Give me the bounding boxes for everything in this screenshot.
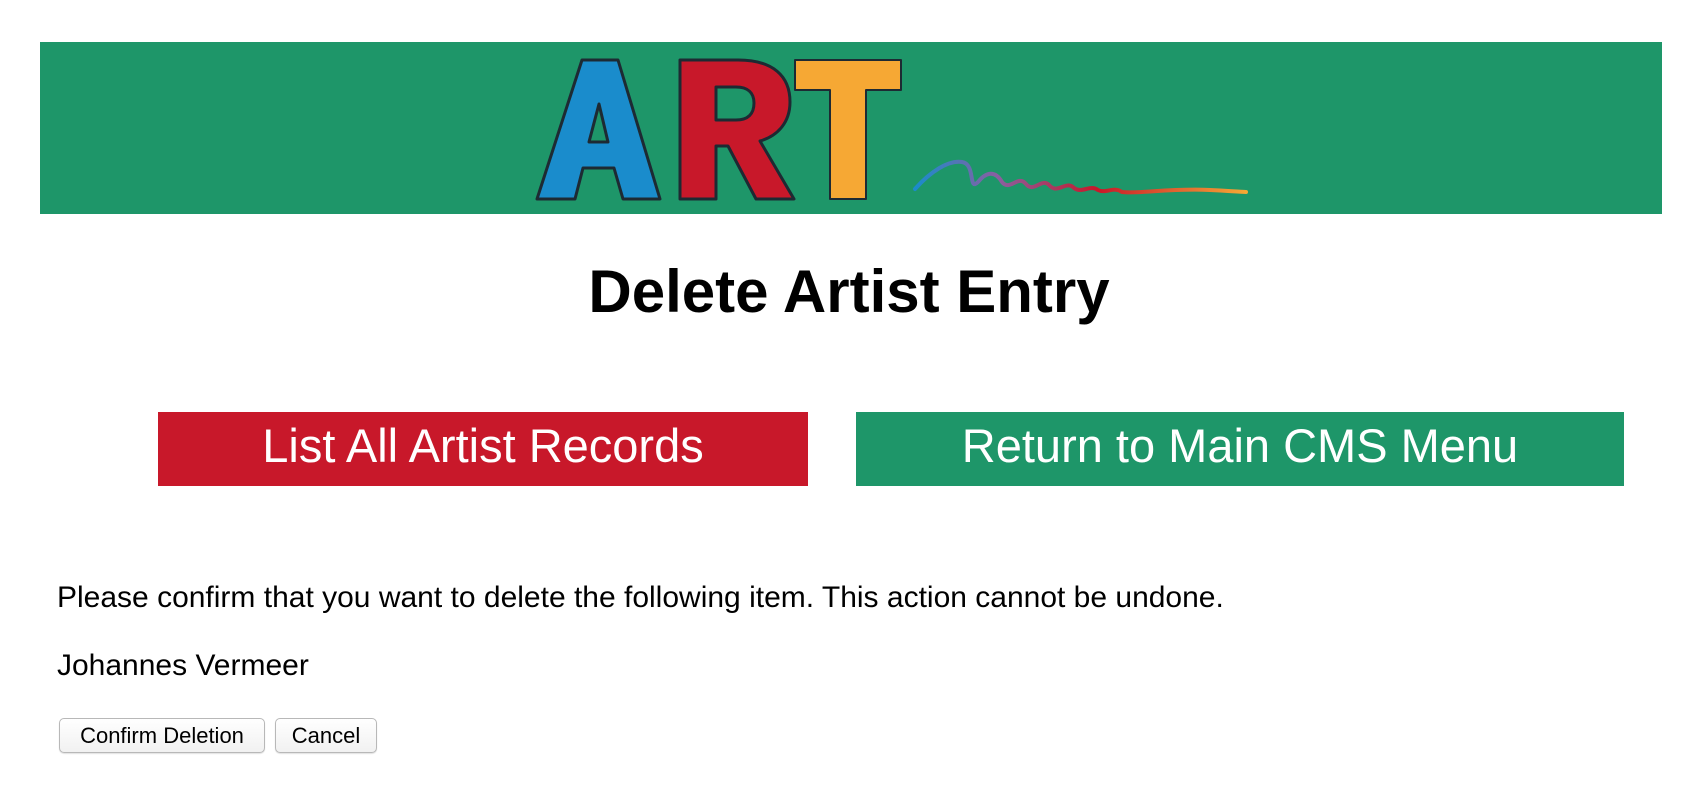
art-logo <box>490 42 1290 214</box>
page-title: Delete Artist Entry <box>588 258 1110 325</box>
cancel-button[interactable]: Cancel <box>275 718 377 753</box>
confirmation-message: Please confirm that you want to delete t… <box>57 581 1224 614</box>
header-banner <box>40 42 1662 214</box>
list-all-artist-records-button[interactable]: List All Artist Records <box>158 412 808 486</box>
item-to-delete-name: Johannes Vermeer <box>57 649 309 682</box>
return-to-main-menu-button[interactable]: Return to Main CMS Menu <box>856 412 1624 486</box>
page: Delete Artist Entry List All Artist Reco… <box>0 0 1698 796</box>
confirm-deletion-button[interactable]: Confirm Deletion <box>59 718 265 753</box>
